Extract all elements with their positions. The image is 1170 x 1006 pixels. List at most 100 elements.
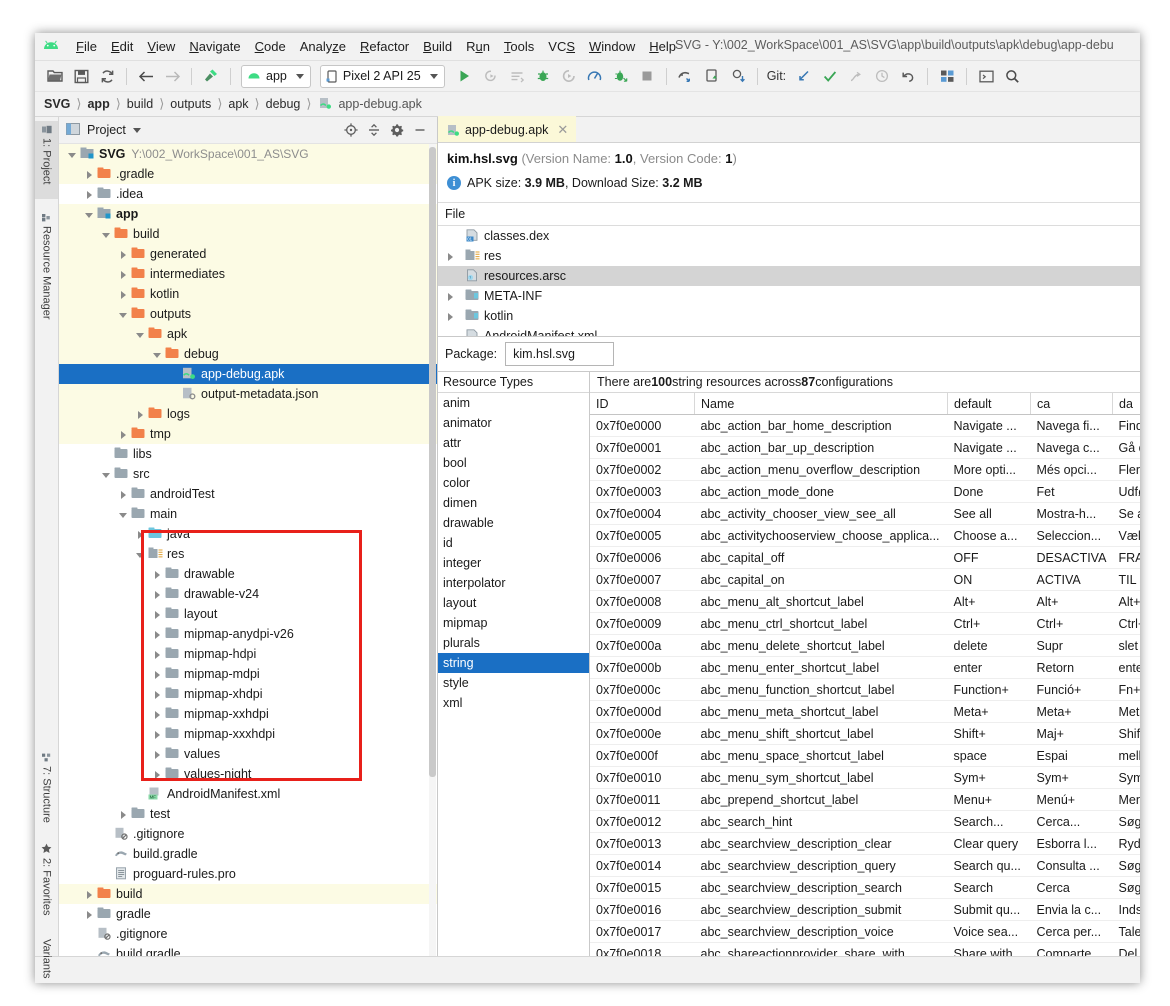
- resource-type-item-animator[interactable]: animator: [438, 413, 589, 433]
- chevron-down-icon[interactable]: [118, 509, 129, 520]
- resource-table-row[interactable]: 0x7f0e0008 abc_menu_alt_shortcut_label Alt…: [590, 590, 1140, 613]
- tree-row-src[interactable]: src: [59, 464, 437, 484]
- menu-window[interactable]: Window: [582, 36, 642, 57]
- tree-row-mipmap-mdpi[interactable]: mipmap-mdpi: [59, 664, 437, 684]
- chevron-right-icon[interactable]: [118, 489, 129, 500]
- resource-column-header-da[interactable]: da: [1112, 393, 1140, 415]
- chevron-right-icon[interactable]: [118, 249, 129, 260]
- menu-tools[interactable]: Tools: [497, 36, 541, 57]
- sidebar-item-resource-manager[interactable]: Resource Manager: [35, 209, 58, 351]
- tree-row-outputs[interactable]: outputs: [59, 304, 437, 324]
- project-tree[interactable]: SVG Y:\002_WorkSpace\001_AS\SVG .gradle .id…: [59, 144, 437, 956]
- chevron-right-icon[interactable]: [152, 749, 163, 760]
- resource-table-row[interactable]: 0x7f0e0016 abc_searchview_description_sub…: [590, 898, 1140, 921]
- chevron-right-icon[interactable]: [118, 269, 129, 280]
- chevron-right-icon[interactable]: [118, 429, 129, 440]
- run-icon[interactable]: [453, 64, 477, 88]
- breadcrumb-item-4[interactable]: apk: [228, 97, 248, 111]
- menu-run[interactable]: Run: [459, 36, 497, 57]
- locate-icon[interactable]: [344, 123, 358, 137]
- tree-row-androidtest[interactable]: androidTest: [59, 484, 437, 504]
- resource-table-row[interactable]: 0x7f0e0010 abc_menu_sym_shortcut_label Sym…: [590, 766, 1140, 789]
- chevron-right-icon[interactable]: [152, 709, 163, 720]
- resource-type-item-mipmap[interactable]: mipmap: [438, 613, 589, 633]
- resource-type-item-attr[interactable]: attr: [438, 433, 589, 453]
- apk-file-row[interactable]: <> AndroidManifest.xml: [438, 326, 1140, 336]
- project-scrollbar-thumb[interactable]: [429, 147, 436, 777]
- tree-row-values-night[interactable]: values-night: [59, 764, 437, 784]
- resource-table-body[interactable]: 0x7f0e0000 abc_action_bar_home_descriptio…: [590, 414, 1140, 956]
- tree-row-gradle[interactable]: gradle: [59, 904, 437, 924]
- resource-table-row[interactable]: 0x7f0e000c abc_menu_function_shortcut_lab…: [590, 678, 1140, 701]
- tree-row-test[interactable]: test: [59, 804, 437, 824]
- menu-analyze[interactable]: Analyze: [293, 36, 353, 57]
- tree-row-intermediates[interactable]: intermediates: [59, 264, 437, 284]
- chevron-right-icon[interactable]: [84, 909, 95, 920]
- resource-type-item-color[interactable]: color: [438, 473, 589, 493]
- resource-table-row[interactable]: 0x7f0e0015 abc_searchview_description_sea…: [590, 876, 1140, 899]
- chevron-right-icon[interactable]: [152, 769, 163, 780]
- tree-row-build[interactable]: build: [59, 884, 437, 904]
- resource-type-item-layout[interactable]: layout: [438, 593, 589, 613]
- breadcrumb-item-1[interactable]: app: [87, 97, 109, 111]
- tree-row--gitignore[interactable]: .gitignore: [59, 924, 437, 944]
- chevron-right-icon[interactable]: [445, 311, 456, 322]
- build-hammer-icon[interactable]: [199, 64, 223, 88]
- resource-table-row[interactable]: 0x7f0e000a abc_menu_delete_shortcut_label…: [590, 634, 1140, 657]
- tree-row-logs[interactable]: logs: [59, 404, 437, 424]
- apk-file-row[interactable]: ? resources.arsc: [438, 266, 1140, 286]
- chevron-right-icon[interactable]: [135, 529, 146, 540]
- chevron-right-icon[interactable]: [118, 289, 129, 300]
- resource-table-row[interactable]: 0x7f0e0007 abc_capital_on ON ACTIVA TIL: [590, 568, 1140, 591]
- resource-column-header-Name[interactable]: Name: [694, 393, 948, 415]
- resource-table-row[interactable]: 0x7f0e0013 abc_searchview_description_cle…: [590, 832, 1140, 855]
- chevron-down-icon[interactable]: [84, 209, 95, 220]
- tree-row-apk[interactable]: apk: [59, 324, 437, 344]
- resource-type-item-id[interactable]: id: [438, 533, 589, 553]
- gear-icon[interactable]: [390, 123, 404, 137]
- chevron-right-icon[interactable]: [152, 589, 163, 600]
- chevron-down-icon[interactable]: [135, 549, 146, 560]
- avd-download-icon[interactable]: [726, 64, 750, 88]
- menu-file[interactable]: File: [69, 36, 104, 57]
- sidebar-item-favorites[interactable]: 2: Favorites: [35, 839, 58, 929]
- chevron-right-icon[interactable]: [118, 809, 129, 820]
- collapse-all-icon[interactable]: [367, 123, 381, 137]
- tree-row-kotlin[interactable]: kotlin: [59, 284, 437, 304]
- resource-types-list[interactable]: anim animator attr bool color dimen drawable id…: [438, 393, 589, 956]
- chevron-right-icon[interactable]: [152, 729, 163, 740]
- git-revert-icon[interactable]: [896, 64, 920, 88]
- sync-gradle-icon[interactable]: [95, 64, 119, 88]
- chevron-right-icon[interactable]: [84, 889, 95, 900]
- chevron-right-icon[interactable]: [152, 689, 163, 700]
- chevron-down-icon[interactable]: [67, 149, 78, 160]
- search-everywhere-icon[interactable]: [1000, 64, 1024, 88]
- tree-row-tmp[interactable]: tmp: [59, 424, 437, 444]
- tab-app-debug-apk[interactable]: app-debug.apk ✕: [438, 116, 577, 142]
- save-all-icon[interactable]: [69, 64, 93, 88]
- breadcrumb-item-5[interactable]: debug: [266, 97, 301, 111]
- apk-file-row[interactable]: 01 classes.dex: [438, 226, 1140, 246]
- chevron-right-icon[interactable]: [445, 251, 456, 262]
- tree-row-drawable[interactable]: drawable: [59, 564, 437, 584]
- apk-file-row[interactable]: META-INF: [438, 286, 1140, 306]
- resource-table-row[interactable]: 0x7f0e0006abc_capital_offOFFDESACTIVAFRA: [590, 546, 1140, 569]
- resource-table-row[interactable]: 0x7f0e0009 abc_menu_ctrl_shortcut_label Ct…: [590, 612, 1140, 635]
- breadcrumb-item-3[interactable]: outputs: [170, 97, 211, 111]
- resource-type-item-plurals[interactable]: plurals: [438, 633, 589, 653]
- resource-table-row[interactable]: 0x7f0e0012 abc_search_hint Search... Cerca.…: [590, 810, 1140, 833]
- chevron-down-icon-project[interactable]: [132, 127, 141, 133]
- tree-row-mipmap-xxhdpi[interactable]: mipmap-xxhdpi: [59, 704, 437, 724]
- resource-table-row[interactable]: 0x7f0e000d abc_menu_meta_shortcut_label Me…: [590, 700, 1140, 723]
- chevron-right-icon[interactable]: [152, 629, 163, 640]
- tree-row-res[interactable]: res: [59, 544, 437, 564]
- tree-row-mipmap-anydpi-v26[interactable]: mipmap-anydpi-v26: [59, 624, 437, 644]
- resource-table-row[interactable]: 0x7f0e0005 abc_activitychooserview_choose…: [590, 524, 1140, 547]
- menu-edit[interactable]: Edit: [104, 36, 140, 57]
- resource-type-item-dimen[interactable]: dimen: [438, 493, 589, 513]
- run-with-coverage-icon[interactable]: [609, 64, 633, 88]
- debug-icon[interactable]: [531, 64, 555, 88]
- tree-row-drawable-v24[interactable]: drawable-v24: [59, 584, 437, 604]
- hide-panel-icon[interactable]: [413, 123, 427, 137]
- avd-manager-icon[interactable]: [700, 64, 724, 88]
